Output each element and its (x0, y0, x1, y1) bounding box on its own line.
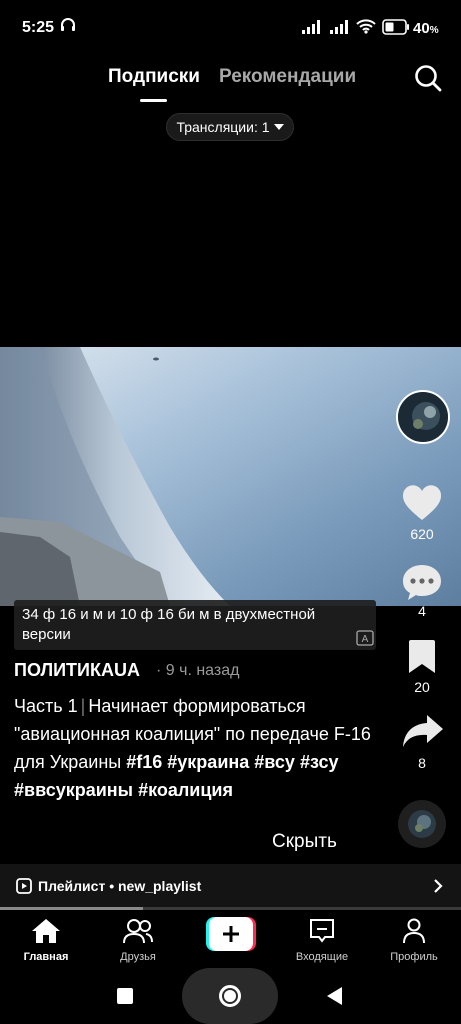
nav-home[interactable]: Главная (6, 918, 86, 963)
video-caption: 34 ф 16 и м и 10 ф 16 би м в двухместной… (14, 600, 376, 650)
hide-button[interactable]: Скрыть (272, 831, 337, 853)
search-icon[interactable] (413, 63, 443, 98)
signal-icon (330, 20, 352, 39)
back-button[interactable] (327, 987, 342, 1005)
live-streams-label: Трансляции: 1 (176, 119, 270, 135)
music-disc[interactable] (398, 800, 446, 848)
hashtag[interactable]: #всу (254, 752, 295, 772)
hashtag[interactable]: #украина (167, 752, 249, 772)
share-icon[interactable] (401, 713, 445, 754)
active-tab-indicator (140, 99, 167, 102)
share-count: 8 (418, 755, 426, 771)
profile-icon (403, 918, 425, 944)
headphones-icon (60, 17, 76, 38)
svg-text:A: A (362, 634, 369, 645)
comment-icon[interactable] (401, 563, 443, 608)
video-player[interactable] (0, 347, 461, 606)
author-name[interactable]: ПОЛИТИКАUA (14, 660, 140, 681)
chevron-right-icon[interactable] (432, 878, 444, 899)
battery-percent: 40% (413, 20, 439, 37)
caret-down-icon (273, 124, 284, 130)
hashtag[interactable]: #зсу (300, 752, 339, 772)
translate-icon[interactable]: A (356, 630, 374, 651)
like-icon[interactable] (401, 484, 443, 527)
home-button-dot (224, 990, 236, 1002)
home-icon (32, 919, 60, 943)
author-avatar[interactable] (396, 390, 450, 444)
plus-icon (209, 917, 253, 951)
friends-icon (123, 919, 153, 944)
status-time: 5:25 (22, 19, 55, 36)
music-cover-icon (408, 810, 436, 838)
nav-inbox-label: Входящие (295, 951, 349, 963)
signal-icon (302, 20, 324, 39)
battery-icon (382, 19, 410, 40)
wifi-icon (356, 18, 376, 39)
tab-for-you[interactable]: Рекомендации (219, 66, 356, 88)
nav-home-label: Главная (23, 951, 69, 963)
nav-profile-label: Профиль (390, 951, 438, 963)
hashtag[interactable]: #коалиция (138, 780, 233, 800)
playlist-icon (16, 878, 32, 899)
like-count: 620 (410, 526, 434, 542)
recents-button[interactable] (117, 988, 133, 1004)
bookmark-icon[interactable] (406, 639, 438, 680)
nav-friends-label: Друзья (120, 951, 156, 963)
nav-friends[interactable]: Друзья (98, 918, 178, 963)
comment-count: 4 (418, 603, 426, 619)
video-frame-image (0, 347, 461, 606)
nav-profile[interactable]: Профиль (374, 918, 454, 963)
create-button[interactable] (206, 917, 256, 951)
inbox-icon (310, 919, 334, 943)
post-part: Часть 1 (14, 696, 78, 716)
tab-following[interactable]: Подписки (108, 66, 200, 88)
post-time: · 9 ч. назад (156, 662, 240, 679)
playlist-label[interactable]: Плейлист • new_playlist (38, 878, 201, 894)
nav-inbox[interactable]: Входящие (282, 918, 362, 963)
bookmark-count: 20 (414, 679, 430, 695)
hashtag[interactable]: #f16 (126, 752, 162, 772)
live-streams-dropdown[interactable]: Трансляции: 1 (166, 113, 294, 141)
post-separator: | (80, 696, 86, 716)
hashtag[interactable]: #ввсукраины (14, 780, 133, 800)
post-description: Часть 1 | Начинает формироваться "авиацион… (14, 692, 389, 804)
